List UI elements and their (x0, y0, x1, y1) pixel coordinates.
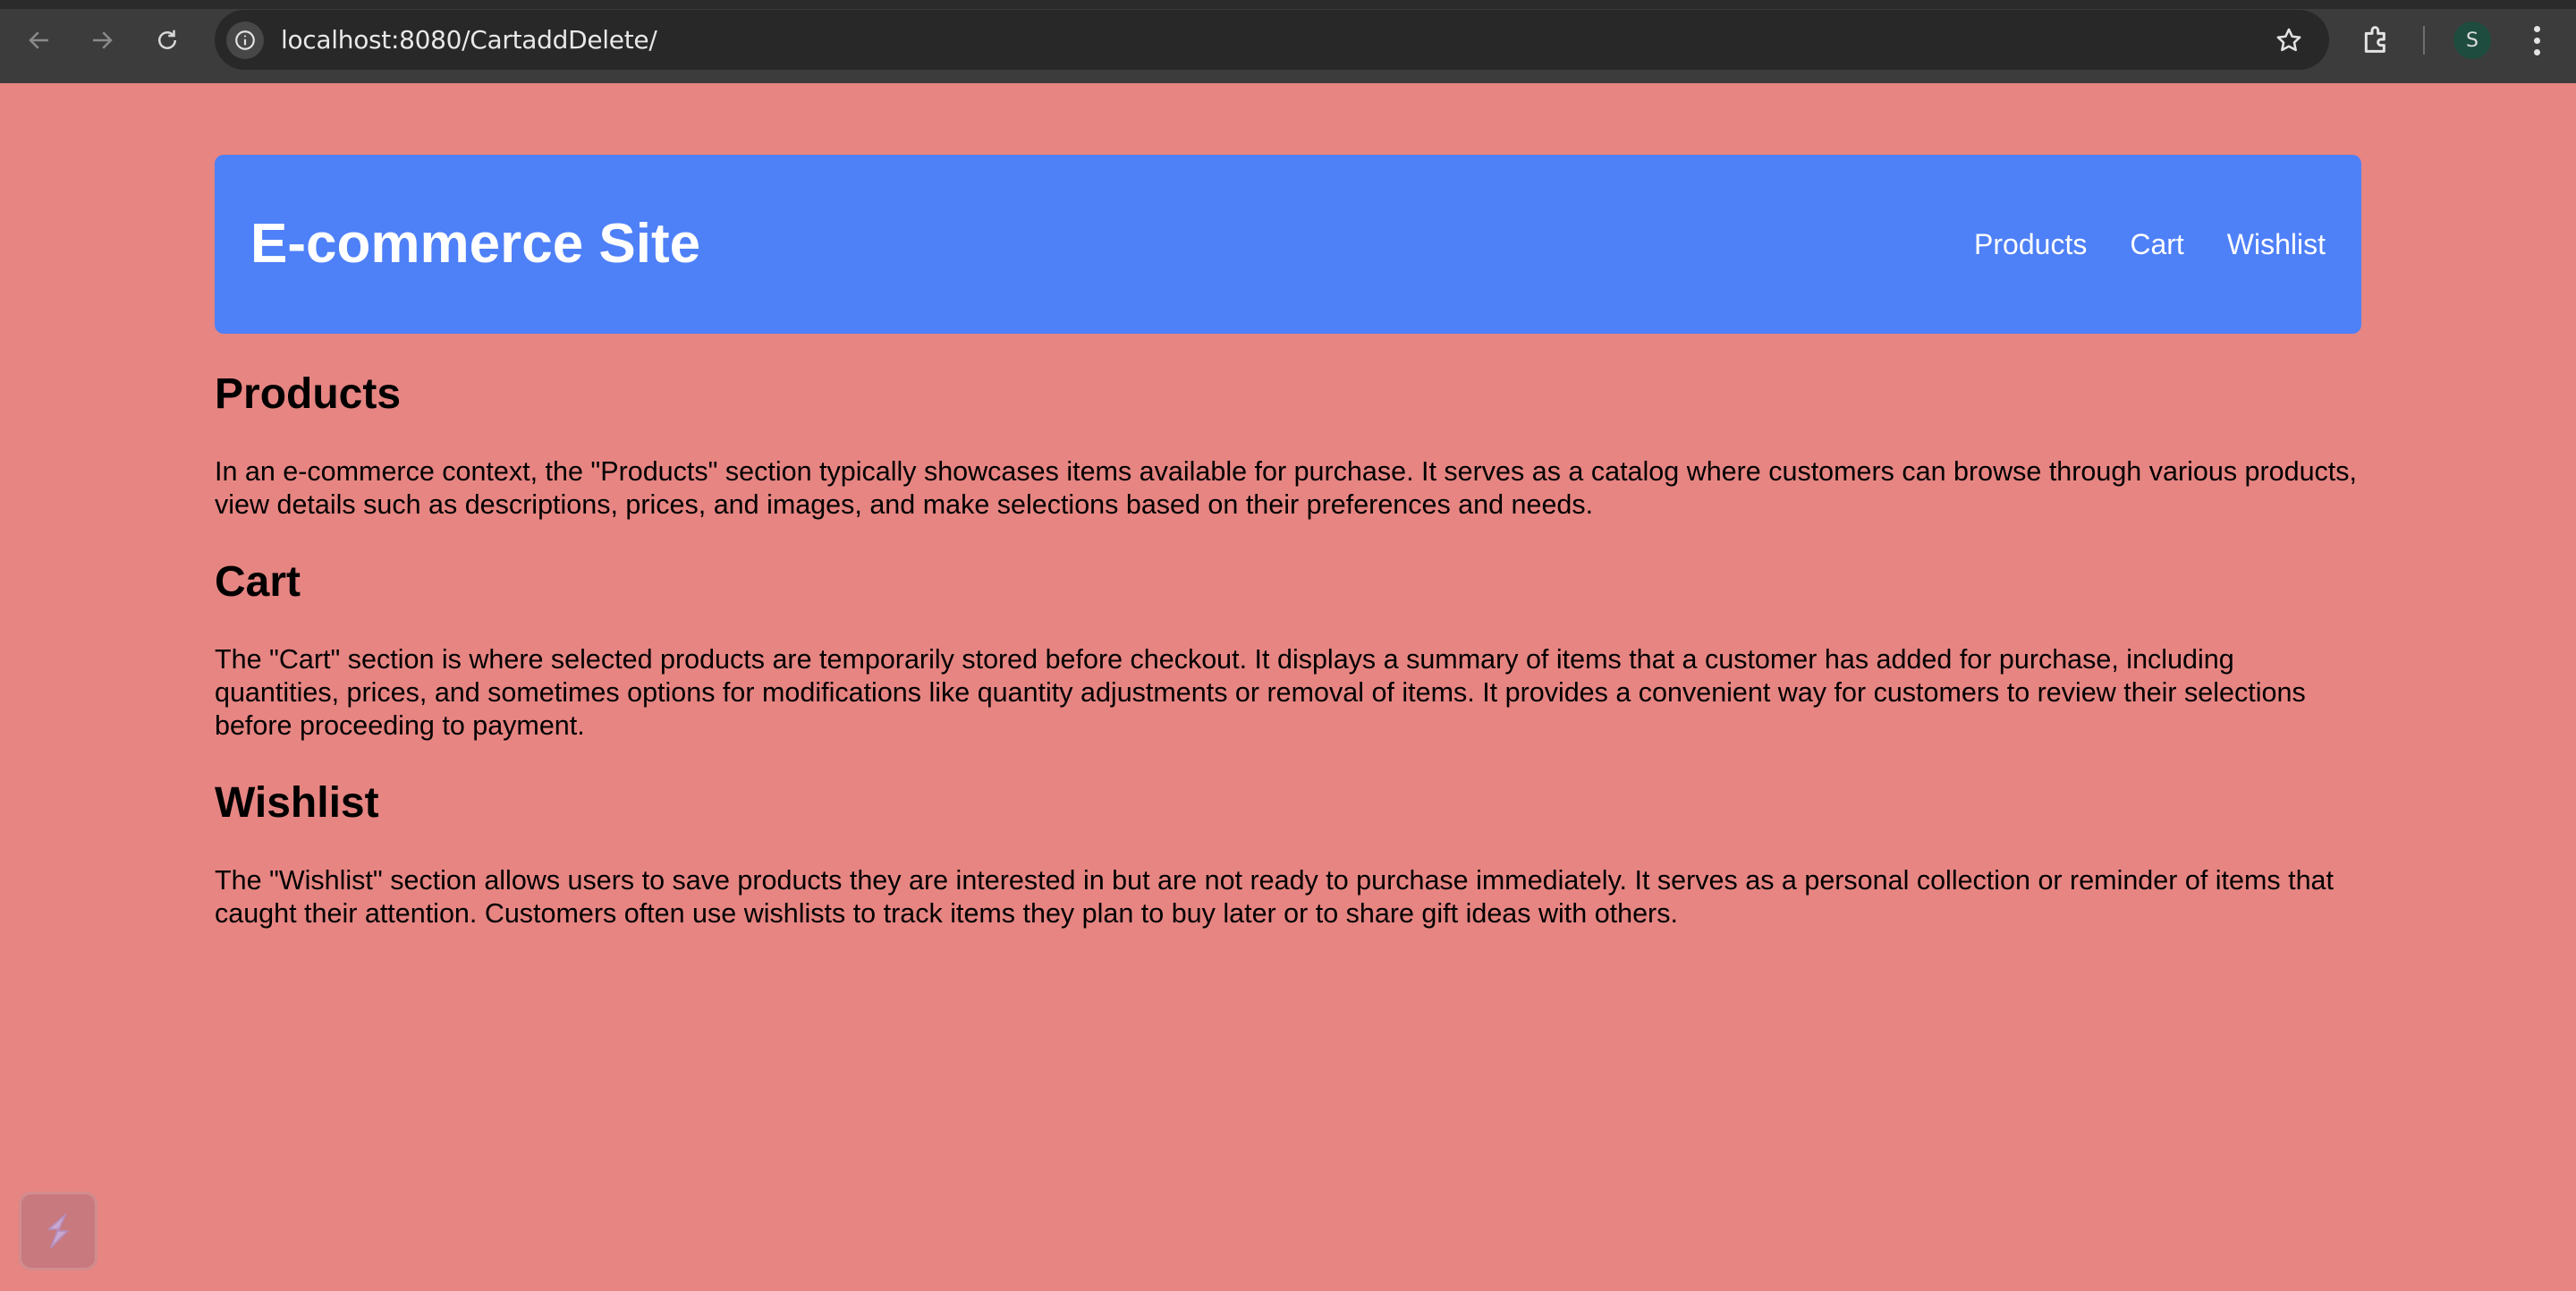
reload-icon (158, 30, 176, 49)
nav-link-products[interactable]: Products (1974, 228, 2087, 261)
tab-strip (0, 0, 2576, 9)
section-heading-wishlist: Wishlist (215, 779, 379, 827)
section-heading-cart: Cart (215, 558, 301, 606)
nav-link-cart[interactable]: Cart (2130, 228, 2183, 261)
reload-button[interactable] (147, 20, 188, 61)
site-info-button[interactable] (226, 21, 264, 59)
section-body-cart: The "Cart" section is where selected pro… (215, 644, 2306, 741)
back-button[interactable] (19, 20, 60, 61)
nav-link-wishlist[interactable]: Wishlist (2227, 228, 2326, 261)
browser-menu-button[interactable] (2524, 20, 2549, 61)
profile-avatar[interactable]: S (2453, 21, 2491, 59)
arrow-left-icon (29, 31, 48, 49)
toolbar-divider (2423, 26, 2425, 55)
bookmark-star-icon[interactable] (2274, 25, 2304, 55)
lightning-icon (47, 1213, 70, 1249)
floating-extension-button[interactable] (19, 1192, 97, 1270)
site-nav: Products Cart Wishlist (1974, 155, 2326, 334)
section-heading-products: Products (215, 370, 402, 418)
site-header: E-commerce Site Products Cart Wishlist (215, 155, 2361, 334)
url-text[interactable]: localhost:8080/CartaddDelete/ (281, 10, 657, 70)
info-icon (235, 30, 255, 50)
site-title: E-commerce Site (250, 213, 701, 275)
extensions-icon[interactable] (2359, 21, 2394, 57)
menu-dot-icon (2533, 48, 2540, 55)
address-bar[interactable]: localhost:8080/CartaddDelete/ (215, 10, 2329, 70)
forward-button[interactable] (81, 20, 123, 61)
section-body-products: In an e-commerce context, the "Products"… (215, 456, 2357, 520)
menu-dot-icon (2533, 25, 2540, 32)
arrow-right-icon (93, 31, 113, 49)
section-body-wishlist: The "Wishlist" section allows users to s… (215, 865, 2334, 929)
menu-dot-icon (2533, 37, 2540, 44)
browser-toolbar: localhost:8080/CartaddDelete/ S (0, 0, 2576, 83)
main-content: Products In an e-commerce context, the "… (215, 352, 2361, 966)
